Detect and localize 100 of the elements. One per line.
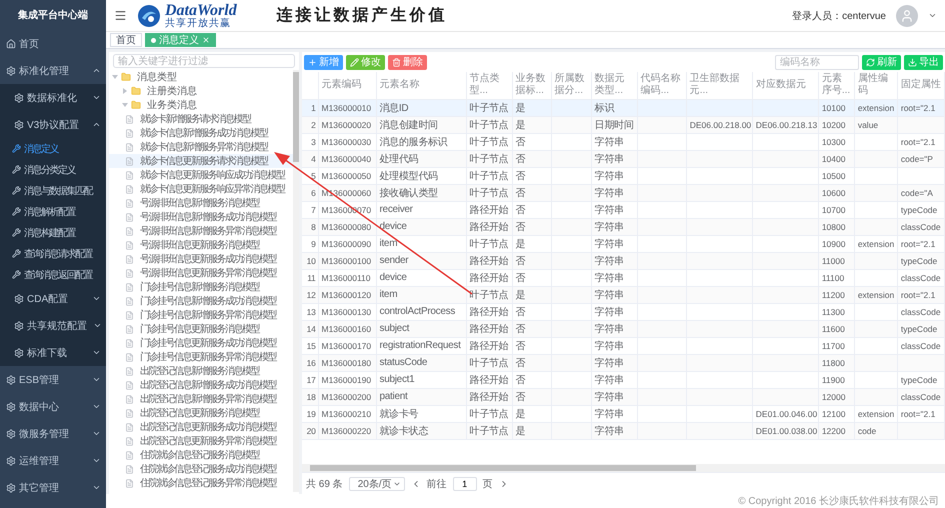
table-cell: classCode	[897, 303, 944, 320]
wrench-icon	[12, 249, 21, 258]
nav-item[interactable]: 共享规范配置	[0, 312, 106, 339]
tree-node[interactable]: 就诊卡信息新增服务成功消息模型	[109, 126, 293, 140]
table-cell: 字符串	[591, 218, 638, 235]
document-icon	[125, 254, 134, 264]
trash-icon	[392, 58, 401, 66]
table-cell: 叶子节点	[466, 354, 512, 371]
caret-icon[interactable]	[928, 11, 937, 20]
close-icon[interactable]	[202, 36, 210, 44]
document-icon	[125, 394, 134, 404]
table-cell: 就诊卡状态	[376, 422, 466, 439]
filter-field[interactable]: 输入关键字进行过滤	[113, 54, 295, 68]
tree-node[interactable]: 就诊卡信息新增服务异常消息模型	[109, 140, 293, 154]
column-header[interactable]: 对应数据元	[752, 72, 818, 99]
row-number: 17	[302, 371, 318, 388]
tree-node[interactable]: 门诊挂号信息新增服务异常消息模型	[109, 308, 293, 322]
tree-node[interactable]: 门诊挂号信息新增服务消息模型	[109, 280, 293, 294]
tree-node[interactable]: 消息类型	[109, 70, 293, 84]
tab[interactable]: 首页	[110, 33, 142, 47]
nav-item[interactable]: V3协议配置	[0, 111, 106, 138]
search-field[interactable]: 编码名称	[775, 54, 859, 70]
document-icon	[125, 142, 134, 152]
tree-node[interactable]: 号源排班信息更新服务异常消息模型	[109, 266, 293, 280]
table-cell: extension	[854, 286, 898, 303]
tree-node[interactable]: 出院登记信息新增服务成功消息模型	[109, 378, 293, 392]
column-header[interactable]: 属性编码	[854, 72, 898, 99]
table-cell: code	[854, 422, 898, 439]
tree-node[interactable]: 门诊挂号信息更新服务异常消息模型	[109, 350, 293, 364]
nav-item[interactable]: 查询消息返回配置	[0, 264, 106, 285]
tree-node[interactable]: 门诊挂号信息更新服务消息模型	[109, 322, 293, 336]
tree-node[interactable]: 住院就诊信息登记服务成功消息模型	[109, 462, 293, 476]
menu-icon[interactable]	[114, 9, 127, 22]
tree-node[interactable]: 就诊卡新增服务请求消息模型	[109, 112, 293, 126]
tree-node[interactable]: 注册类消息	[109, 84, 293, 98]
gear-icon	[14, 320, 24, 330]
tree-node[interactable]: 出院登记信息新增服务消息模型	[109, 364, 293, 378]
nav-item[interactable]: 消息分类定义	[0, 159, 106, 180]
nav-item[interactable]: 消息定义	[0, 138, 106, 159]
column-header[interactable]: 元素名称	[376, 72, 466, 99]
nav-item[interactable]: 消息构建配置	[0, 222, 106, 243]
tree-node[interactable]: 门诊挂号信息新增服务成功消息模型	[109, 294, 293, 308]
tree-node[interactable]: 业务类消息	[109, 98, 293, 112]
tree-node[interactable]: 号源排班信息更新服务成功消息模型	[109, 252, 293, 266]
table-cell: 字符串	[591, 133, 638, 150]
table-cell: M136000220	[318, 422, 376, 439]
table-cell: M136000170	[318, 337, 376, 354]
table-cell: 10200	[818, 116, 854, 133]
avatar[interactable]	[896, 4, 918, 26]
document-icon	[125, 464, 134, 474]
tree-node[interactable]: 号源排班信息更新服务消息模型	[109, 238, 293, 252]
table-cell: 11200	[818, 286, 854, 303]
tree-node[interactable]: 号源排班信息新增服务消息模型	[109, 196, 293, 210]
gear-icon	[6, 66, 16, 76]
logo-tagline: 共享开放共赢	[165, 18, 232, 28]
nav-item[interactable]: 数据标准化	[0, 84, 106, 111]
scrollbar-thumb[interactable]	[293, 72, 299, 162]
nav-item[interactable]: 消息解析配置	[0, 201, 106, 222]
vertical-scrollbar[interactable]	[293, 70, 299, 492]
column-header[interactable]: 卫生部数据元...	[686, 72, 752, 99]
tree-node[interactable]: 门诊挂号信息更新服务成功消息模型	[109, 336, 293, 350]
table-cell: M136000030	[318, 133, 376, 150]
page-size-select[interactable]: 20条/页	[348, 476, 405, 490]
scrollbar-thumb[interactable]	[310, 465, 696, 471]
copyright: © Copyright 2016 长沙康氏软件科技有限公司	[106, 494, 945, 508]
tree-node[interactable]: 住院就诊信息登记服务消息模型	[109, 448, 293, 462]
row-number: 8	[302, 218, 318, 235]
tree-node[interactable]: 出院登记信息更新服务消息模型	[109, 406, 293, 420]
nav-item[interactable]: 消息与数据集匹配	[0, 180, 106, 201]
table-cell: 否	[512, 303, 552, 320]
tree-node[interactable]: 就诊卡信息更新服务请求消息模型	[109, 154, 293, 168]
table-cell: 11000	[818, 252, 854, 269]
table-cell: M136000200	[318, 388, 376, 405]
nav-item[interactable]: 标准下载	[0, 339, 106, 366]
table-cell: 否	[512, 320, 552, 337]
tree-node[interactable]: 出院登记信息新增服务异常消息模型	[109, 392, 293, 406]
tree-node[interactable]: 住院就诊信息登记服务异常消息模型	[109, 476, 293, 490]
tree-node[interactable]: 出院登记信息更新服务成功消息模型	[109, 420, 293, 434]
table-cell: M136000180	[318, 354, 376, 371]
wrench-icon	[12, 207, 21, 216]
column-header[interactable]: 节点类型...	[466, 72, 512, 99]
tree-node[interactable]: 号源排班信息新增服务成功消息模型	[109, 210, 293, 224]
horizontal-scrollbar[interactable]	[302, 464, 945, 472]
column-header[interactable]: 业务数据标...	[512, 72, 552, 99]
column-header[interactable]: 数据元类型...	[591, 72, 638, 99]
table-cell: 字符串	[591, 150, 638, 167]
tree-node[interactable]: 就诊卡信息更新服务响应异常消息模型	[109, 182, 293, 196]
tree-node[interactable]: 号源排班信息新增服务异常消息模型	[109, 224, 293, 238]
page-input[interactable]: 1	[452, 476, 477, 490]
tree-node[interactable]: 就诊卡信息更新服务响应成功消息模型	[109, 168, 293, 182]
column-header[interactable]: 元素编码	[318, 72, 376, 99]
table-cell: value	[854, 116, 898, 133]
table-cell: 10800	[818, 218, 854, 235]
column-header[interactable]: 元素序号...	[818, 72, 854, 99]
nav-item[interactable]: CDA配置	[0, 285, 106, 312]
tree-node[interactable]: 出院登记信息更新服务异常消息模型	[109, 434, 293, 448]
nav-item[interactable]: 查询消息请求配置	[0, 243, 106, 264]
table-cell: patient	[376, 388, 466, 405]
table-cell: 10500	[818, 167, 854, 184]
column-header[interactable]: 代码名称编码...	[637, 72, 686, 99]
